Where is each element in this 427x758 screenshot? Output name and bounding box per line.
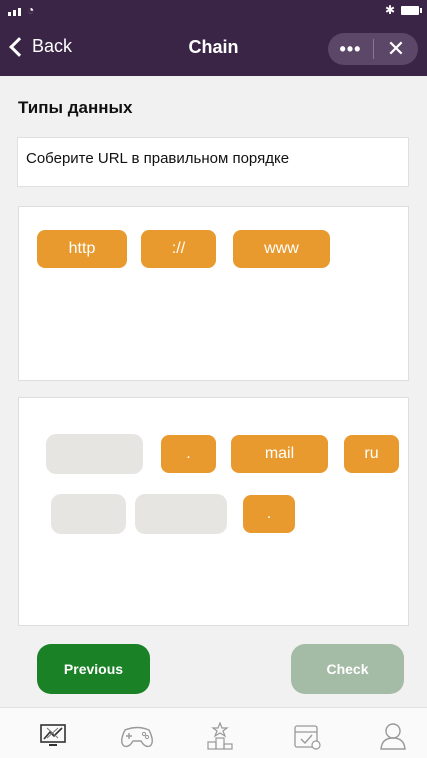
navigation-bar: Back Chain ••• ✕ bbox=[0, 22, 427, 76]
games-icon[interactable] bbox=[117, 722, 157, 750]
pool-chip[interactable]: mail bbox=[231, 435, 328, 473]
answer-chip[interactable]: http bbox=[37, 230, 127, 268]
pool-chip[interactable]: . bbox=[243, 495, 295, 533]
pool-chip[interactable]: ru bbox=[344, 435, 399, 473]
profile-icon[interactable] bbox=[378, 722, 408, 750]
empty-slot bbox=[46, 434, 143, 474]
calendar-icon[interactable] bbox=[292, 722, 322, 750]
battery-icon bbox=[401, 5, 422, 15]
empty-slot bbox=[51, 494, 126, 534]
status-bar: ◔ ✱ bbox=[0, 0, 427, 22]
close-button[interactable]: ✕ bbox=[374, 38, 418, 60]
tab-bar bbox=[0, 707, 427, 758]
section-title: Типы данных bbox=[18, 98, 133, 117]
mini-program-capsule: ••• ✕ bbox=[328, 33, 418, 65]
ranking-icon[interactable] bbox=[205, 722, 235, 750]
check-button[interactable]: Check bbox=[291, 644, 404, 694]
signal-bar bbox=[8, 12, 11, 16]
pool-chip[interactable]: . bbox=[161, 435, 216, 473]
answer-chip[interactable]: :// bbox=[141, 230, 216, 268]
prompt-card: Соберите URL в правильном порядке bbox=[17, 137, 409, 187]
empty-slot bbox=[135, 494, 227, 534]
word-pool: . mail ru . bbox=[18, 397, 409, 626]
prompt-text: Соберите URL в правильном порядке bbox=[26, 150, 290, 167]
signal-indicator: ◔ bbox=[8, 4, 34, 16]
learn-icon[interactable] bbox=[38, 722, 68, 750]
answer-chip[interactable]: www bbox=[233, 230, 330, 268]
previous-button[interactable]: Previous bbox=[37, 644, 150, 694]
more-button[interactable]: ••• bbox=[328, 39, 373, 59]
signal-bar bbox=[18, 8, 21, 16]
bluetooth-icon: ✱ bbox=[384, 3, 395, 17]
wifi-icon: ◔ bbox=[27, 3, 35, 17]
answer-area[interactable]: http :// www bbox=[18, 206, 409, 381]
signal-bar bbox=[13, 10, 16, 16]
